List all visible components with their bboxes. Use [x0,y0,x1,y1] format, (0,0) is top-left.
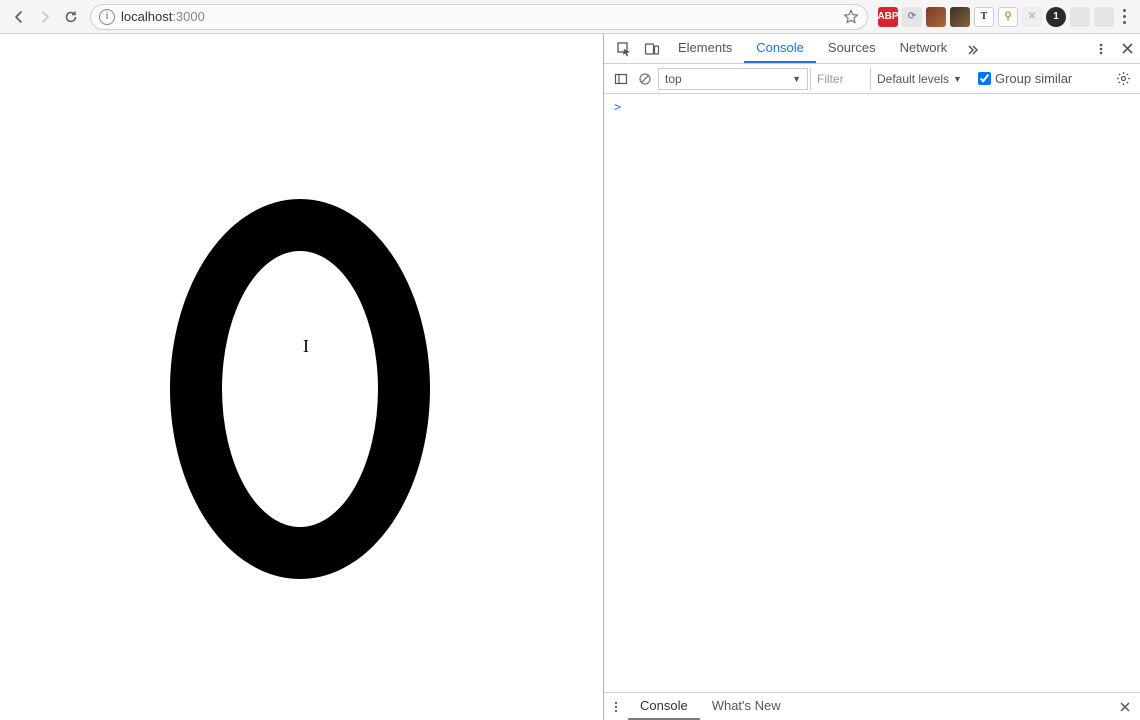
profile-badge[interactable]: 1 [1046,7,1066,27]
drawer-close-icon[interactable] [1110,693,1140,720]
tab-network[interactable]: Network [888,34,960,63]
drawer-tab-whats-new[interactable]: What's New [700,693,793,720]
browser-toolbar: i localhost:3000 ABP ⟳ T ⚲ ✕ 1 [0,0,1140,34]
tab-console[interactable]: Console [744,34,816,63]
console-output[interactable]: > [604,94,1140,692]
inspect-element-icon[interactable] [610,34,638,63]
forward-button[interactable] [32,4,58,30]
extension-icon-2[interactable] [950,7,970,27]
site-info-icon[interactable]: i [99,9,115,25]
group-similar-checkbox[interactable]: Group similar [970,71,1072,86]
group-similar-input[interactable] [978,72,991,85]
bookmark-star-icon[interactable] [843,9,859,25]
more-tabs-icon[interactable] [959,34,987,63]
console-prompt-icon: > [614,100,621,114]
tab-elements[interactable]: Elements [666,34,744,63]
back-button[interactable] [6,4,32,30]
devtools-panel: Elements Console Sources Network [604,34,1140,720]
page-content-zero [170,199,430,579]
context-value: top [665,72,682,86]
url-host: localhost [121,9,172,24]
extension-t[interactable]: T [974,7,994,27]
reload-button[interactable] [58,4,84,30]
extension-abp[interactable]: ABP [878,7,898,27]
text-caret-icon: I [303,336,309,357]
devtools-drawer: Console What's New [604,692,1140,720]
page-viewport[interactable]: 0 I [0,34,604,720]
url-port: :3000 [172,9,205,24]
browser-menu-button[interactable] [1114,9,1134,24]
console-filter-input[interactable] [810,68,868,90]
chevron-down-icon: ▼ [792,74,801,84]
extensions-row: ABP ⟳ T ⚲ ✕ 1 [874,7,1114,27]
clear-console-icon[interactable] [634,72,656,86]
log-levels-select[interactable]: Default levels ▼ [870,68,968,90]
execution-context-select[interactable]: top ▼ [658,68,808,90]
console-settings-icon[interactable] [1112,71,1134,86]
extension-disabled[interactable]: ✕ [1022,7,1042,27]
drawer-menu-icon[interactable] [604,693,628,720]
extension-icon-1[interactable] [926,7,946,27]
devtools-settings-kebab-icon[interactable] [1088,42,1114,56]
extension-gray-3[interactable] [1094,7,1114,27]
console-toolbar: top ▼ Default levels ▼ Group similar [604,64,1140,94]
extension-gray-2[interactable] [1070,7,1090,27]
extension-sync[interactable]: ⟳ [902,7,922,27]
devtools-close-icon[interactable] [1114,42,1140,55]
devtools-tabstrip: Elements Console Sources Network [604,34,1140,64]
chevron-down-icon: ▼ [953,74,962,84]
tab-sources[interactable]: Sources [816,34,888,63]
extension-pin[interactable]: ⚲ [998,7,1018,27]
device-toolbar-icon[interactable] [638,34,666,63]
drawer-tab-console[interactable]: Console [628,693,700,720]
console-sidebar-toggle-icon[interactable] [610,72,632,86]
address-bar[interactable]: i localhost:3000 [90,4,868,30]
